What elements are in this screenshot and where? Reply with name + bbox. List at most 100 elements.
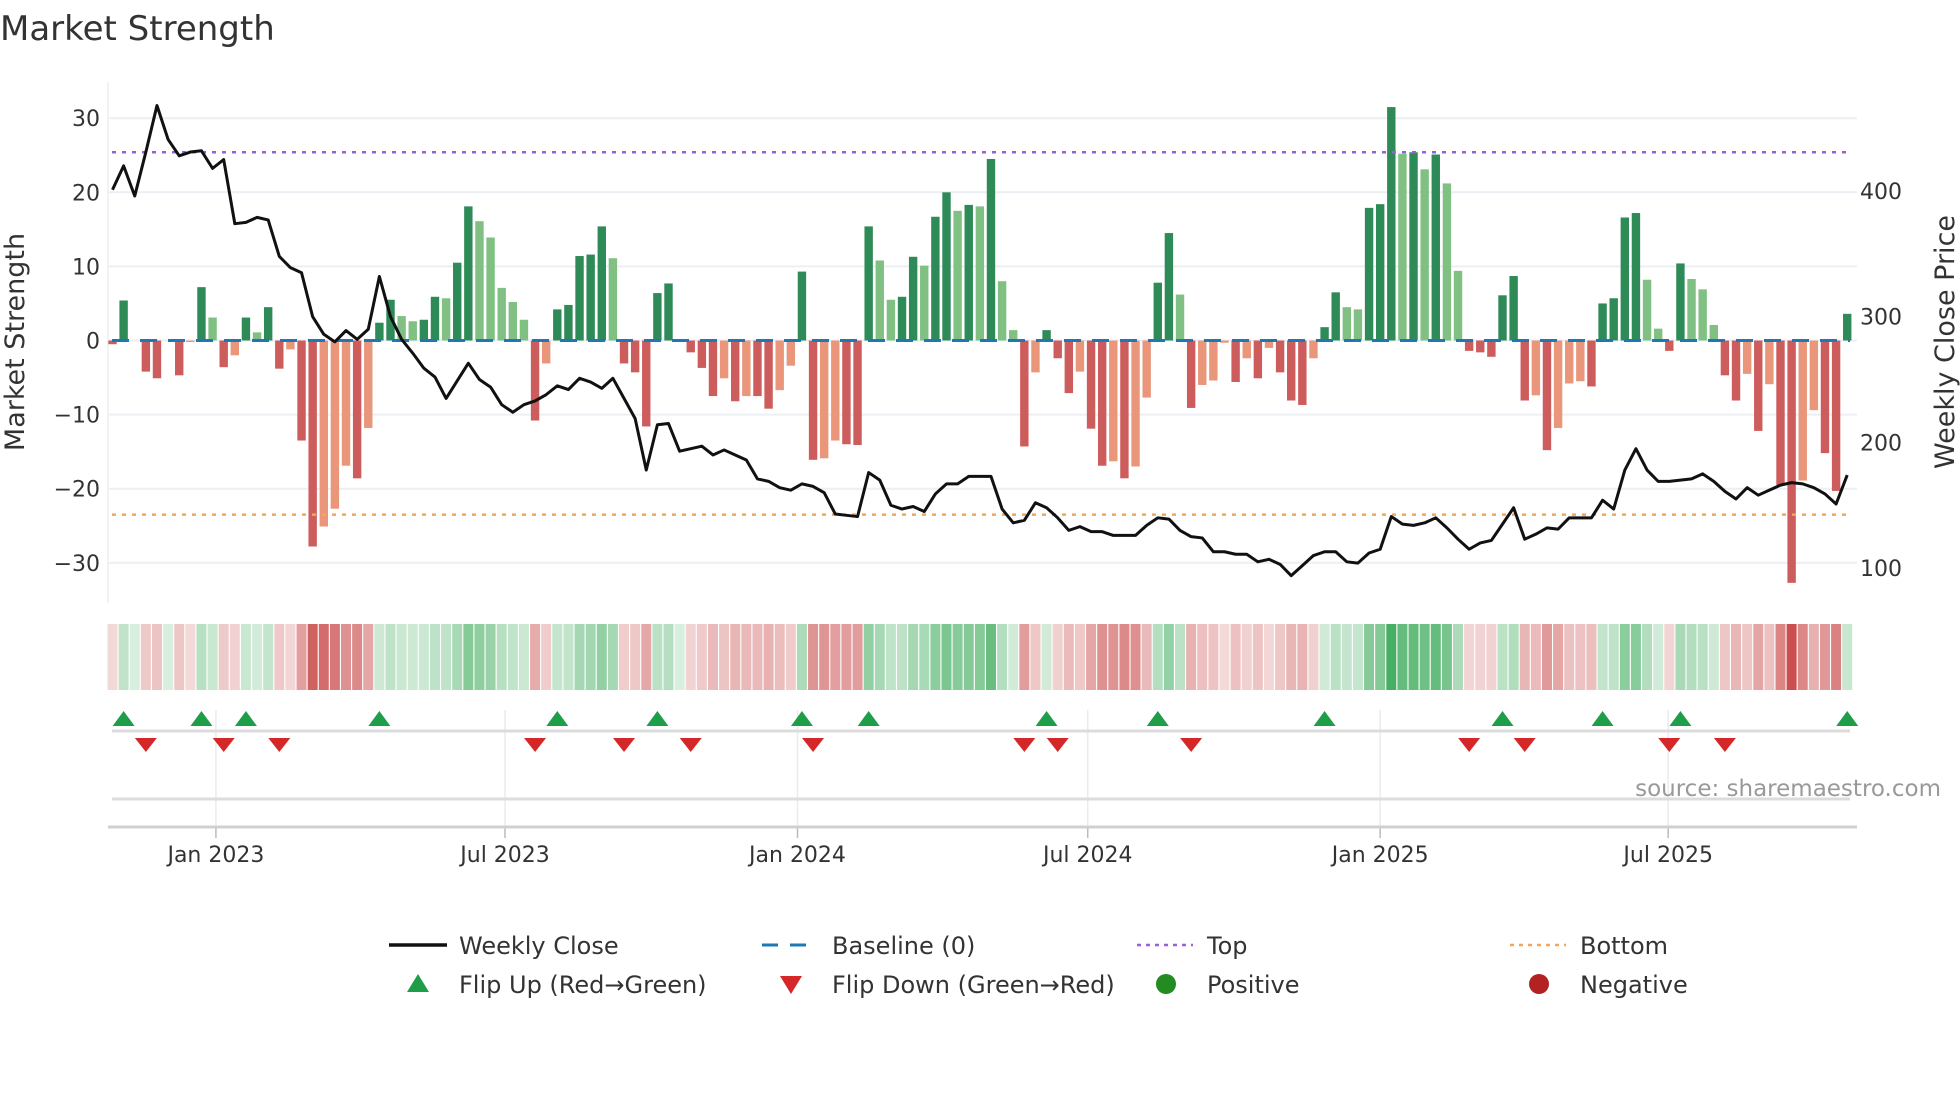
strength-bar [575,256,584,341]
heatmap-cell [774,624,785,690]
heatmap-cell [1286,624,1297,690]
strength-bar [1765,340,1774,385]
strength-bar [486,237,495,341]
strength-bar [1754,340,1763,431]
heatmap-cell [1642,624,1653,690]
heatmap-cell [1208,624,1219,690]
heatmap-cell [1664,624,1675,690]
strength-bar [419,319,429,341]
legend-label: Top [1206,932,1248,960]
heatmap-cell [941,624,952,690]
heatmap-cell [607,624,618,690]
heatmap-cell [1597,624,1608,690]
strength-bar [141,340,151,372]
heatmap-cell [1352,624,1363,690]
strength-bar [1086,340,1096,429]
heatmap-cell [1197,624,1208,690]
strength-bar [430,296,440,341]
y2-tick-label: 400 [1860,180,1902,205]
strength-bar [853,340,862,445]
heatmap-cell [1464,624,1475,690]
heatmap-cell [1052,624,1063,690]
legend-item-positive: Positive [1156,971,1300,999]
heatmap-cell [1764,624,1775,690]
strength-bar [953,210,962,341]
legend-item-flip-up: Flip Up (Red→Green) [407,971,707,999]
heatmap-cell [1697,624,1708,690]
strength-bar [1409,152,1418,341]
heatmap-cell [1275,624,1286,690]
y-tick-label: 20 [72,181,100,206]
strength-bar [1009,330,1018,341]
strength-bar [1342,307,1352,341]
heatmap-cell [1541,624,1552,690]
flip-down-marker [134,738,157,752]
heatmap-cell [685,624,696,690]
heatmap-cell [1252,624,1263,690]
strength-bar [1831,340,1841,491]
heatmap-cell [908,624,919,690]
strength-bar [1720,340,1730,376]
heatmap-cell [151,624,162,690]
heatmap-cell [919,624,930,690]
heatmap-cell [530,624,541,690]
heatmap-cell [1119,624,1130,690]
x-tick-label: Jan 2024 [747,843,846,868]
heatmap-cell [1753,624,1764,690]
heatmap-cell [1564,624,1575,690]
strength-bar [608,258,618,341]
heatmap-cell [1375,624,1386,690]
heatmap-cell [307,624,318,690]
strength-bar [1598,303,1607,341]
strength-bar [786,340,796,366]
heatmap-cell [752,624,763,690]
heatmap-cell [596,624,607,690]
flip-up-marker [790,711,813,726]
chart-title: Market Strength [0,9,275,49]
heatmap-cell [1008,624,1019,690]
heatmap-cell [741,624,752,690]
strength-bar [1331,292,1340,341]
strength-bar [897,296,907,341]
strength-bar [208,317,217,341]
heatmap-cell [107,624,118,690]
heatmap-cell [897,624,908,690]
strength-bar [1587,340,1596,387]
strength-bar [819,340,829,459]
heatmap-cell [885,624,896,690]
heatmap-cell [1152,624,1163,690]
heatmap-cell [1108,624,1119,690]
flip-down-marker [802,738,825,752]
legend-label: Bottom [1580,932,1668,960]
market-strength-chart: Market Strength 3020100−10−20−3040030020… [0,9,1960,999]
heatmap-cell [363,624,374,690]
strength-bar [1364,207,1374,341]
strength-bar [1665,340,1674,351]
strength-bar [352,340,362,479]
heatmap-cell [1386,624,1397,690]
x-tick-label: Jan 2023 [165,843,264,868]
y-tick-label: −30 [54,552,100,577]
strength-bar [1253,340,1263,379]
strength-bar [1186,340,1196,408]
flip-up-marker [646,711,669,726]
strength-bar [475,221,484,341]
heatmap-cell [930,624,941,690]
flip-down-marker [1013,738,1036,752]
strength-bar [920,265,929,341]
flip-up-marker [1491,711,1514,726]
flip-down-marker [1713,738,1736,752]
heatmap-cell [1308,624,1319,690]
strength-bar [1064,340,1074,394]
heatmap-cell [1319,624,1330,690]
strength-bar [597,226,606,341]
strength-bar [1676,263,1685,341]
heatmap-cell [1419,624,1430,690]
strength-bar [1542,340,1552,451]
heatmap-cell [719,624,730,690]
heatmap-cell [1508,624,1519,690]
strength-bar [1798,340,1807,481]
strength-bar [230,340,240,356]
heatmap-cell [507,624,518,690]
strength-bar [1109,340,1118,462]
